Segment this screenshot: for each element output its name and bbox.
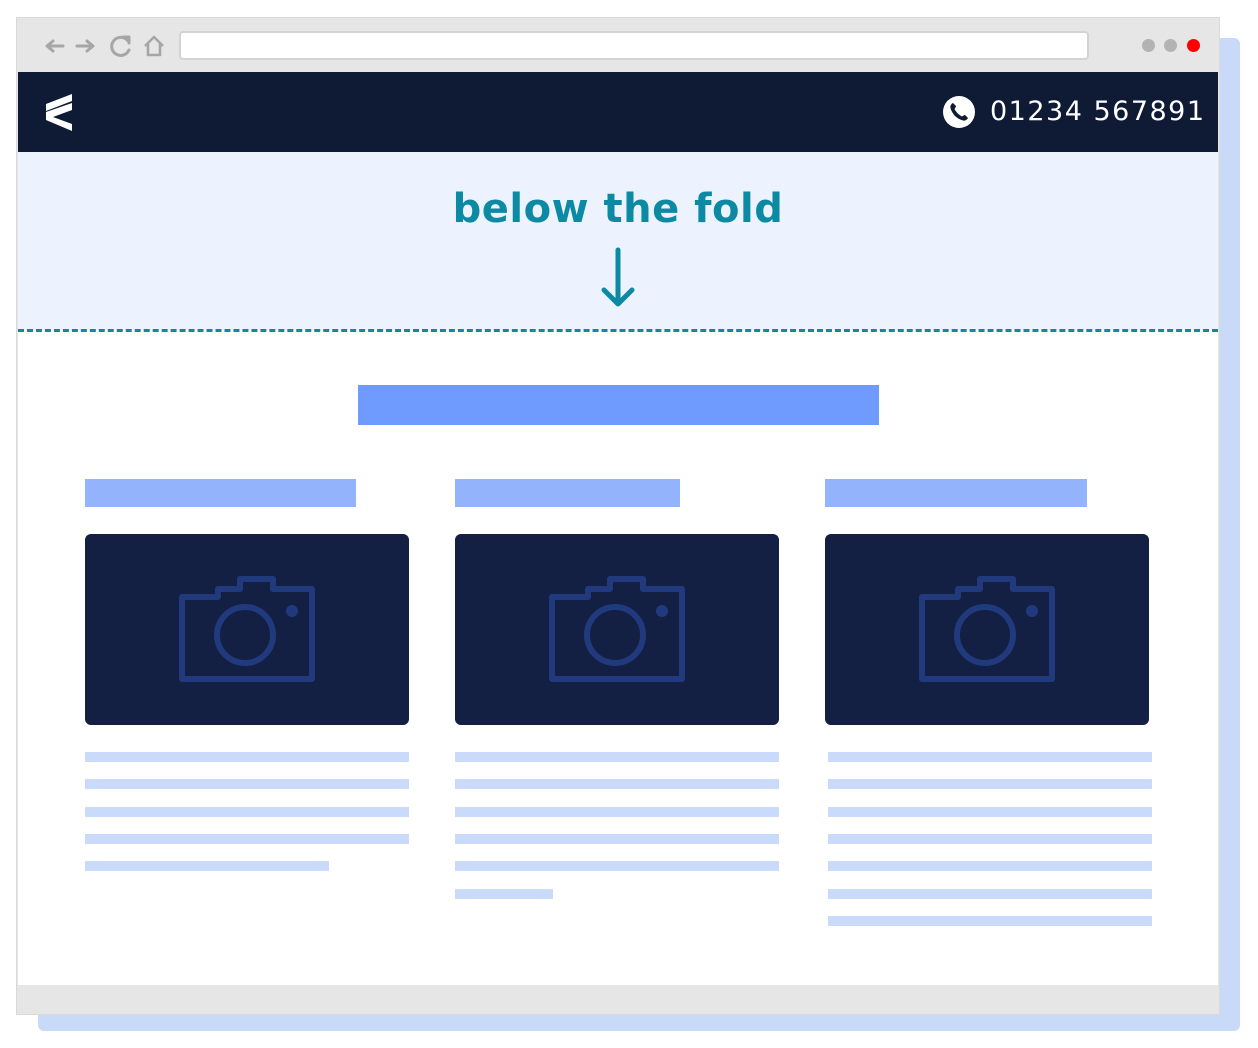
content-column [455, 479, 785, 899]
column-title-placeholder [85, 479, 356, 507]
back-arrow-icon[interactable] [41, 33, 67, 59]
text-line-placeholder [85, 861, 329, 872]
headline-placeholder [358, 385, 879, 425]
text-line-placeholder [455, 833, 779, 844]
reload-icon[interactable] [108, 33, 134, 59]
text-line-placeholder [828, 888, 1152, 899]
fold-title: below the fold [452, 186, 784, 232]
site-header: 01234 567891 [18, 72, 1218, 152]
camera-icon [919, 576, 1055, 682]
text-line-placeholder [828, 915, 1152, 926]
text-line-placeholder [85, 833, 409, 844]
text-line-placeholder [85, 779, 409, 790]
phone-icon[interactable] [942, 95, 976, 129]
text-line-placeholder [828, 752, 1152, 762]
fold-line-divider [18, 329, 1218, 332]
browser-toolbar [17, 18, 1219, 72]
phone-number[interactable]: 01234 567891 [990, 92, 1206, 132]
content-column [85, 479, 415, 872]
url-input[interactable] [179, 31, 1089, 60]
text-line-placeholder [455, 806, 779, 817]
browser-status-bar [17, 985, 1219, 1014]
window-dot-icon[interactable] [1164, 39, 1177, 52]
image-placeholder [455, 534, 779, 725]
text-line-placeholder [455, 888, 553, 899]
fold-zone: below the fold [18, 152, 1218, 330]
image-placeholder [85, 534, 409, 725]
browser-window: 01234 567891 below the fold [16, 17, 1220, 1015]
arrow-down-icon [599, 246, 637, 310]
window-dot-icon[interactable] [1142, 39, 1155, 52]
column-title-placeholder [825, 479, 1087, 507]
text-line-placeholder [828, 779, 1152, 790]
forward-arrow-icon[interactable] [73, 33, 99, 59]
home-icon[interactable] [141, 33, 167, 59]
text-line-placeholder [828, 806, 1152, 817]
text-line-placeholder [455, 861, 779, 872]
text-line-placeholder [85, 752, 409, 762]
text-line-placeholder [828, 861, 1152, 872]
text-line-placeholder [455, 779, 779, 790]
image-placeholder [825, 534, 1149, 725]
content-column [825, 479, 1155, 926]
column-title-placeholder [455, 479, 680, 507]
text-line-placeholder [455, 752, 779, 762]
window-close-dot-icon[interactable] [1187, 39, 1200, 52]
text-line-placeholder [828, 833, 1152, 844]
camera-icon [549, 576, 685, 682]
brand-logo-icon[interactable] [44, 92, 76, 132]
page-viewport: 01234 567891 below the fold [18, 72, 1218, 987]
camera-icon [179, 576, 315, 682]
text-line-placeholder [85, 806, 409, 817]
